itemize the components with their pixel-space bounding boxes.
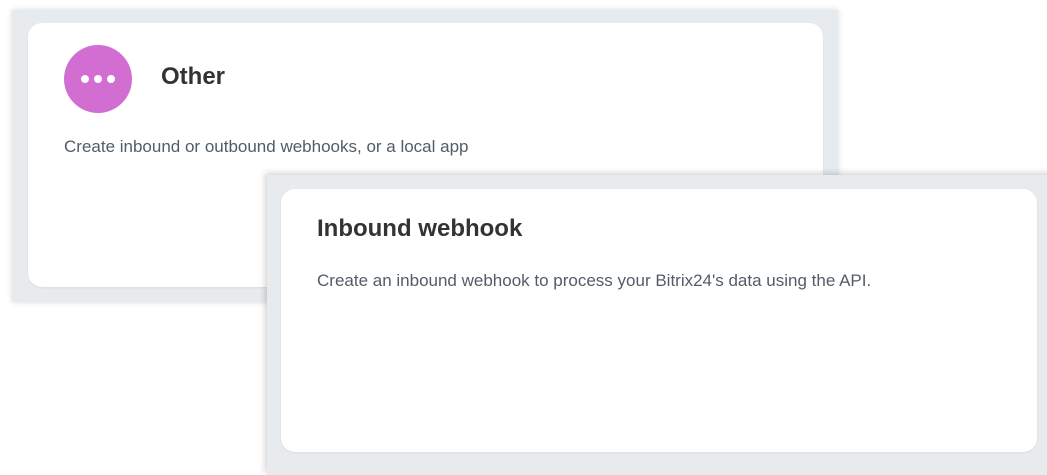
- other-card-title: Other: [161, 63, 226, 90]
- other-card-description: Create inbound or outbound webhooks, or …: [64, 137, 469, 156]
- inbound-webhook-title: Inbound webhook: [317, 215, 523, 242]
- dot: [94, 75, 102, 83]
- dot: [81, 75, 89, 83]
- dot: [107, 75, 115, 83]
- more-dots-icon: [64, 45, 132, 113]
- inbound-webhook-description: Create an inbound webhook to process you…: [317, 271, 872, 290]
- inbound-webhook-card[interactable]: Inbound webhook Create an inbound webhoo…: [281, 189, 1037, 452]
